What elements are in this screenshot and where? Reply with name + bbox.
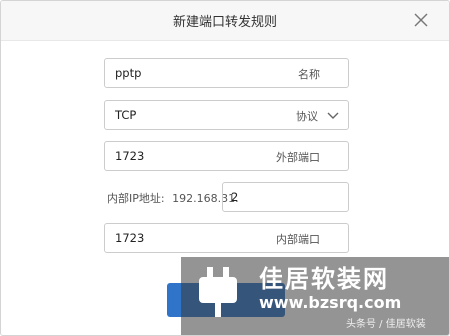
internal-port-value: 1723 [115,231,145,245]
internal-ip-suffix-value: 2 [231,190,239,204]
name-label: 名称 [298,68,320,81]
external-port-field[interactable]: 1723 外部端口 [104,141,349,171]
close-icon [414,13,428,27]
protocol-select[interactable]: TCP 协议 [104,100,349,130]
external-port-value: 1723 [115,149,145,163]
protocol-label: 协议 [296,110,318,123]
watermark-url: www.bzsrq.com [259,293,402,312]
external-port-label: 外部端口 [276,151,320,164]
chevron-down-icon [327,112,339,119]
name-value: pptp [115,66,142,80]
dialog-title: 新建端口转发规则 [172,15,277,30]
dialog-header: 新建端口转发规则 [1,1,449,41]
close-button[interactable] [411,10,431,30]
plug-icon [199,267,237,317]
name-field[interactable]: pptp 名称 [104,58,349,88]
internal-ip-label-group: 内部IP地址: 192.168.31. [107,190,239,206]
internal-ip-label: 内部IP地址: [107,192,165,205]
watermark-source: 头条号 / 佳居软装 [346,319,426,330]
port-forward-dialog: 新建端口转发规则 pptp 名称 TCP 协议 1723 外部端口 内部IP地址… [0,0,450,336]
watermark-title: 佳居软装网 [259,265,389,293]
internal-ip-suffix-field[interactable]: 2 [222,182,349,212]
protocol-value: TCP [115,108,137,122]
internal-port-field[interactable]: 1723 内部端口 [104,223,349,253]
internal-port-label: 内部端口 [276,233,320,246]
